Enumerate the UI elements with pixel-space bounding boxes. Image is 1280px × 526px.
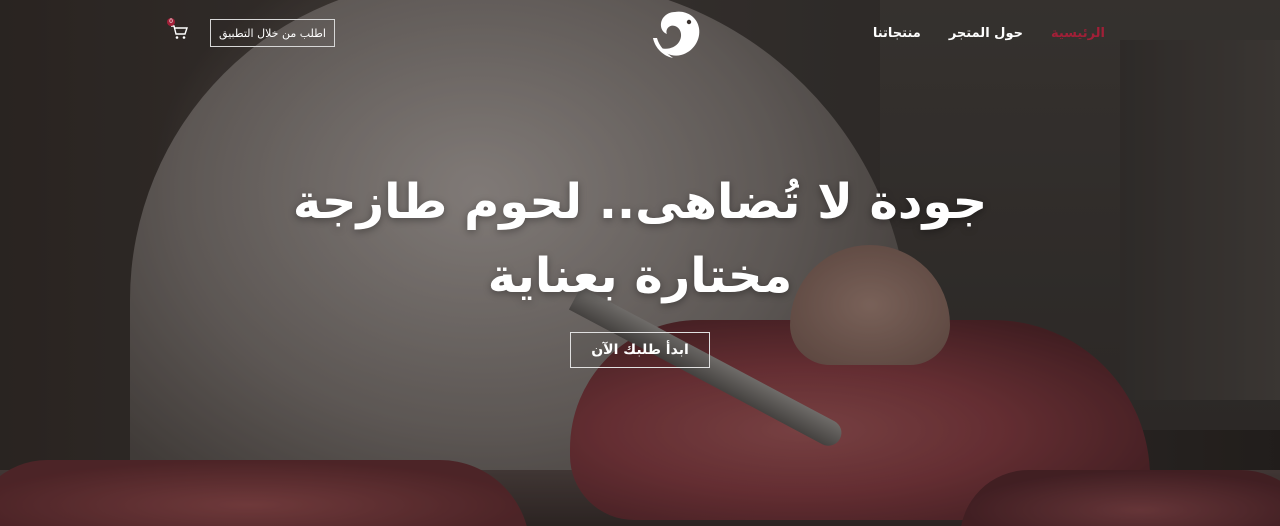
hero-headline-line2: مختارة بعناية [487,248,793,304]
order-via-app-button[interactable]: اطلب من خلال التطبيق [210,19,335,47]
ram-head-logo-icon [653,11,700,58]
hero-headline: جودة لا تُضاهى.. لحوم طازجة مختارة بعناي… [0,165,1280,313]
start-order-button[interactable]: ابدأ طلبك الآن [570,332,710,368]
nav-about[interactable]: حول المتجر [949,26,1023,41]
top-navbar: الرئيسية حول المتجر منتجاتنا اطلب من خلا… [0,0,1280,70]
cart-glyph [171,25,188,39]
cart-count-badge: 0 [167,18,175,26]
nav-home[interactable]: الرئيسية [1051,26,1105,41]
shopping-cart-icon[interactable]: 0 [167,18,188,40]
hero-headline-line1: جودة لا تُضاهى.. لحوم طازجة [292,174,988,230]
main-menu: الرئيسية حول المتجر منتجاتنا [873,26,1105,41]
hero-section: الرئيسية حول المتجر منتجاتنا اطلب من خلا… [0,0,1280,526]
nav-products[interactable]: منتجاتنا [873,26,921,41]
ram-head-logo[interactable] [645,8,705,60]
